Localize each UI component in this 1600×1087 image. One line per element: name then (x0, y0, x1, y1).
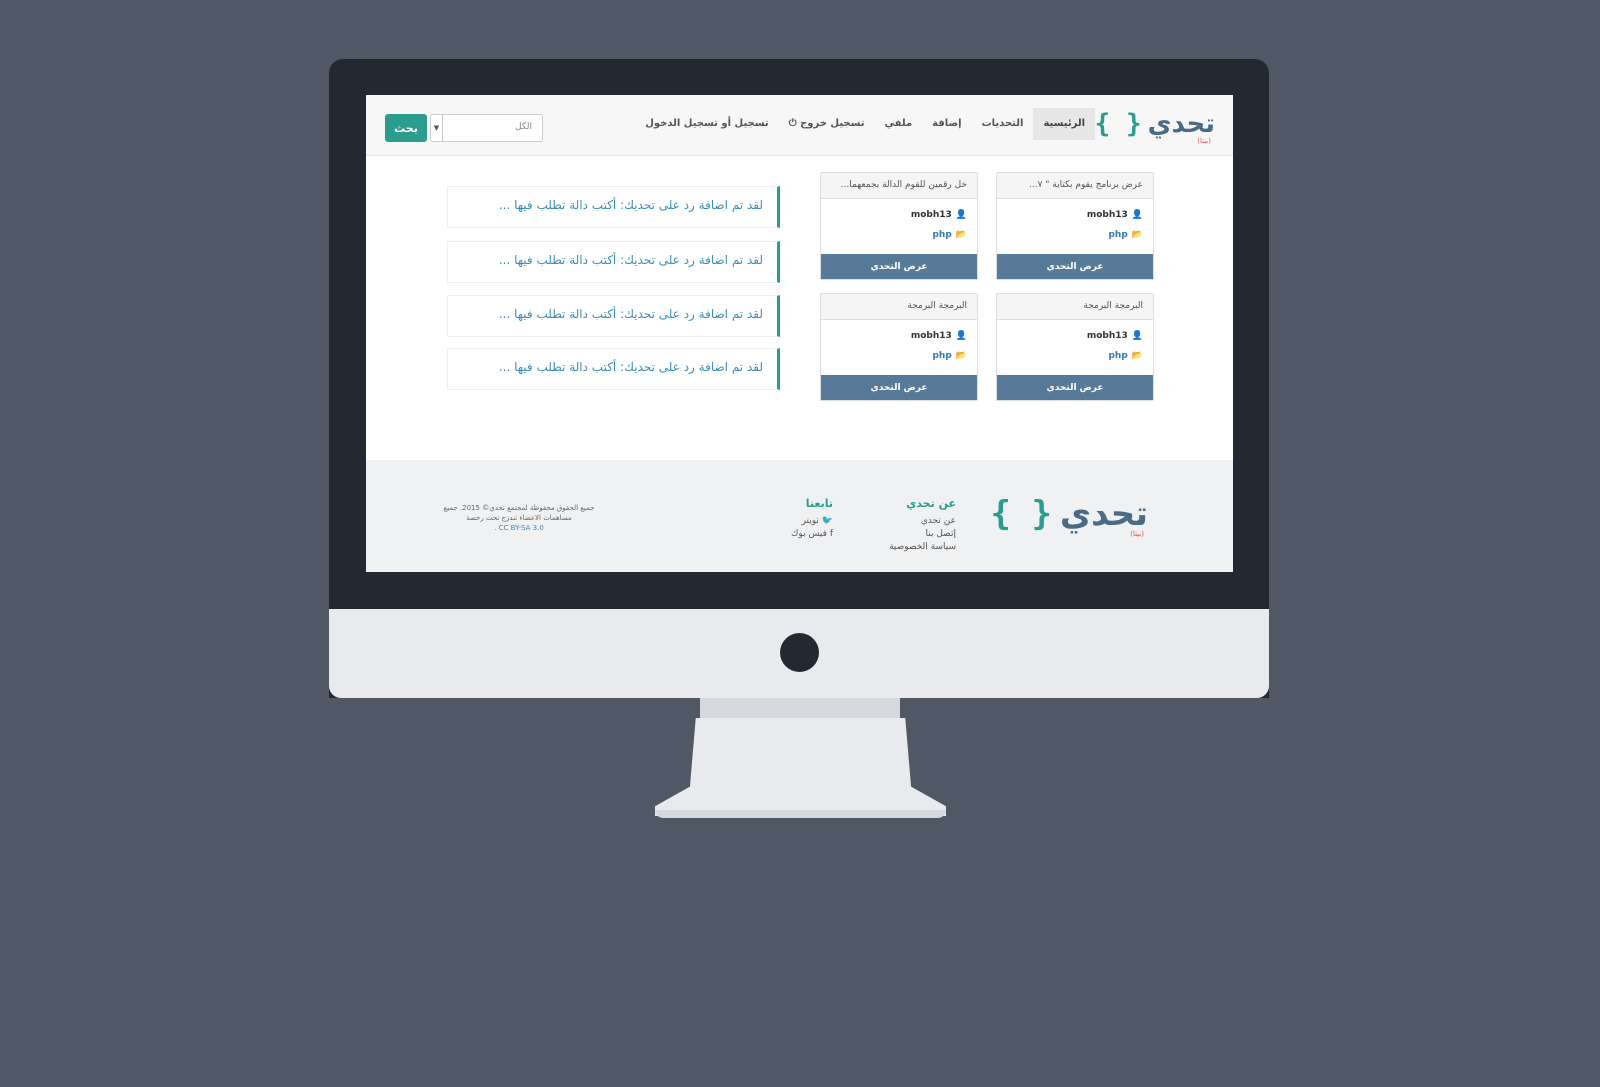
logo-word: تحدي (1147, 109, 1215, 139)
search-button[interactable]: بحث (385, 114, 427, 142)
user-icon: 👤 (955, 331, 967, 341)
challenge-card: البرمجة البرمجة 👤 mobh13 📂 php عرض التحدي (996, 293, 1154, 401)
nav-register-login[interactable]: تسجيل أو تسجيل الدخول (635, 108, 779, 140)
monitor-stand-base (655, 810, 946, 818)
footer-link-contact[interactable]: إتصل بنا (889, 528, 956, 541)
nav-profile[interactable]: ملفي (875, 108, 923, 140)
challenge-author: 👤 mobh13 (1086, 210, 1143, 220)
search-category-select[interactable]: ▼ الكل (430, 114, 543, 142)
challenge-author: 👤 mobh13 (1086, 331, 1143, 341)
folder-icon: 📂 (955, 230, 967, 240)
challenge-language[interactable]: 📂 php (821, 225, 977, 245)
footer-about-section: عن تحدي عن تحدي إتصل بنا سياسة الخصوصية (889, 497, 956, 554)
footer-link-facebook[interactable]: f فيس بوك (791, 528, 833, 541)
facebook-icon: f (829, 529, 833, 539)
view-challenge-button[interactable]: عرض التحدي (821, 375, 977, 400)
footer-logo-word: تحدي (1059, 494, 1148, 534)
notification-item[interactable]: لقد تم اضافة رد على تحديك: أكتب دالة تطل… (447, 348, 780, 390)
search-category-value: الكل (514, 122, 532, 132)
site-logo[interactable]: { } تحدي (بيتا) (1094, 109, 1215, 145)
footer-follow-section: تابعنا 🐦 تويتر f فيس بوك (791, 497, 833, 541)
notification-item[interactable]: لقد تم اضافة رد على تحديك: أكتب دالة تطل… (447, 241, 780, 283)
site-footer: { } تحدي (بيتا) عن تحدي عن تحدي إتصل بنا… (366, 460, 1233, 572)
notification-item[interactable]: لقد تم اضافة رد على تحديك: أكتب دالة تطل… (447, 186, 780, 228)
footer-logo[interactable]: { } تحدي (بيتا) (990, 494, 1149, 538)
challenge-language[interactable]: 📂 php (997, 346, 1153, 366)
navbar: { } تحدي (بيتا) الرئيسية التحديات إضافة … (366, 95, 1233, 156)
logo-beta: (بيتا) (1197, 137, 1211, 145)
challenge-language[interactable]: 📂 php (821, 346, 977, 366)
footer-about-heading: عن تحدي (906, 497, 956, 510)
footer-link-about[interactable]: عن تحدي (889, 515, 956, 528)
view-challenge-button[interactable]: عرض التحدي (997, 375, 1153, 400)
monitor-neck (700, 698, 900, 718)
challenge-title[interactable]: البرمجة البرمجة (821, 294, 977, 320)
footer-link-privacy[interactable]: سياسة الخصوصية (889, 541, 956, 554)
website-screen: { } تحدي (بيتا) الرئيسية التحديات إضافة … (366, 95, 1233, 572)
challenge-card: خل رقمين للقوم الدالة بجمعهما... 👤 mobh13… (820, 172, 978, 280)
logo-braces: { } (1094, 109, 1142, 139)
license-link[interactable]: CC BY-SA 3.0 . (439, 523, 599, 533)
user-icon: 👤 (1131, 331, 1143, 341)
copyright-text: جميع الحقوق محفوظة لمجتمع تحدي© 2015. جم… (439, 503, 599, 533)
user-icon: 👤 (955, 210, 967, 220)
view-challenge-button[interactable]: عرض التحدي (821, 254, 977, 279)
nav-challenges[interactable]: التحديات (972, 108, 1034, 140)
challenge-card: عرض برنامج يقوم بكتابة " ٧... 👤 mobh13 📂 p… (996, 172, 1154, 280)
footer-link-twitter[interactable]: 🐦 تويتر (791, 515, 833, 528)
main-nav: الرئيسية التحديات إضافة ملفي تسجيل خروج … (635, 108, 1095, 140)
challenge-card: البرمجة البرمجة 👤 mobh13 📂 php عرض التحدي (820, 293, 978, 401)
view-challenge-button[interactable]: عرض التحدي (997, 254, 1153, 279)
folder-icon: 📂 (955, 351, 967, 361)
challenge-title[interactable]: البرمجة البرمجة (997, 294, 1153, 320)
folder-icon: 📂 (1131, 351, 1143, 361)
folder-icon: 📂 (1131, 230, 1143, 240)
user-icon: 👤 (1131, 210, 1143, 220)
twitter-icon: 🐦 (821, 516, 833, 526)
footer-logo-braces: { } (990, 494, 1052, 534)
notification-item[interactable]: لقد تم اضافة رد على تحديك: أكتب دالة تطل… (447, 295, 780, 337)
search-form: بحث ▼ الكل (385, 114, 543, 142)
nav-logout[interactable]: تسجيل خروج ⏻ (779, 108, 875, 140)
challenge-author: 👤 mobh13 (910, 331, 967, 341)
chevron-down-icon: ▼ (431, 115, 443, 141)
challenge-title[interactable]: خل رقمين للقوم الدالة بجمعهما... (821, 173, 977, 199)
challenge-language[interactable]: 📂 php (997, 225, 1153, 245)
footer-follow-heading: تابعنا (805, 497, 833, 510)
challenge-title[interactable]: عرض برنامج يقوم بكتابة " ٧... (997, 173, 1153, 199)
nav-home[interactable]: الرئيسية (1033, 108, 1095, 140)
monitor-logo-dot (780, 633, 819, 672)
nav-add[interactable]: إضافة (922, 108, 971, 140)
monitor-stand (655, 718, 946, 816)
challenge-author: 👤 mobh13 (910, 210, 967, 220)
footer-logo-beta: (بيتا) (1130, 530, 1144, 538)
